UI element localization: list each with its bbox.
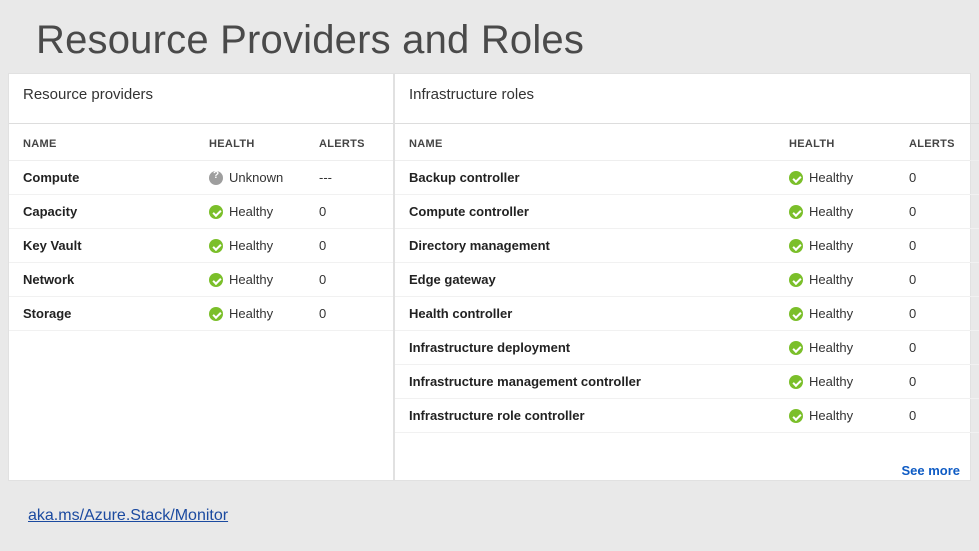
row-alerts: 0 (909, 306, 969, 321)
status-panel: Resource providers NAME HEALTH ALERTS Co… (8, 73, 971, 481)
table-row[interactable]: Edge gateway Healthy 0 (395, 263, 979, 297)
row-health: Healthy (789, 170, 909, 185)
row-name: Infrastructure deployment (409, 340, 789, 355)
roles-column-headers: NAME HEALTH ALERTS (395, 124, 979, 161)
health-text: Healthy (809, 408, 853, 423)
row-name: Storage (23, 306, 209, 321)
row-name: Backup controller (409, 170, 789, 185)
health-text: Healthy (809, 204, 853, 219)
check-circle-icon (789, 273, 803, 287)
row-health: Healthy (789, 238, 909, 253)
health-text: Healthy (809, 170, 853, 185)
table-row[interactable]: Infrastructure management controller Heal… (395, 365, 979, 399)
footer-link[interactable]: aka.ms/Azure.Stack/Monitor (28, 507, 228, 525)
row-name: Infrastructure management controller (409, 374, 789, 389)
table-row[interactable]: Storage Healthy 0 (9, 297, 393, 331)
row-alerts: 0 (909, 170, 969, 185)
roles-rows: Backup controllerHealthy0Compute control… (395, 161, 979, 433)
health-text: Healthy (809, 238, 853, 253)
row-health: Unknown (209, 170, 319, 185)
row-health: Healthy (789, 374, 909, 389)
row-health: Healthy (209, 306, 319, 321)
check-circle-icon (789, 307, 803, 321)
row-alerts: 0 (319, 204, 379, 219)
row-health: Healthy (209, 272, 319, 287)
question-circle-icon (209, 171, 223, 185)
health-text: Healthy (229, 238, 273, 253)
health-text: Unknown (229, 170, 283, 185)
row-health: Healthy (789, 272, 909, 287)
col-name: NAME (23, 138, 209, 150)
table-row[interactable]: Backup controller Healthy 0 (395, 161, 979, 195)
pane-title-roles: Infrastructure roles (395, 74, 979, 124)
row-name: Network (23, 272, 209, 287)
check-circle-icon (209, 239, 223, 253)
row-health: Healthy (789, 408, 909, 423)
row-alerts: 0 (909, 204, 969, 219)
check-circle-icon (209, 307, 223, 321)
row-name: Infrastructure role controller (409, 408, 789, 423)
pane-title-providers: Resource providers (9, 74, 393, 124)
row-alerts: --- (319, 170, 379, 185)
table-row[interactable]: Infrastructure deployment Healthy 0 (395, 331, 979, 365)
row-alerts: 0 (909, 340, 969, 355)
check-circle-icon (209, 205, 223, 219)
infrastructure-roles-pane: Infrastructure roles NAME HEALTH ALERTS … (395, 74, 979, 480)
health-text: Healthy (809, 272, 853, 287)
row-alerts: 0 (909, 238, 969, 253)
row-name: Capacity (23, 204, 209, 219)
health-text: Healthy (229, 272, 273, 287)
row-health: Healthy (209, 238, 319, 253)
row-alerts: 0 (909, 272, 969, 287)
check-circle-icon (789, 205, 803, 219)
col-alerts: ALERTS (319, 138, 379, 150)
row-alerts: 0 (909, 408, 969, 423)
health-text: Healthy (229, 204, 273, 219)
health-text: Healthy (809, 306, 853, 321)
check-circle-icon (789, 375, 803, 389)
see-more-link[interactable]: See more (901, 463, 960, 478)
table-row[interactable]: Network Healthy 0 (9, 263, 393, 297)
row-name: Key Vault (23, 238, 209, 253)
providers-column-headers: NAME HEALTH ALERTS (9, 124, 393, 161)
row-name: Compute (23, 170, 209, 185)
health-text: Healthy (229, 306, 273, 321)
table-row[interactable]: Compute controller Healthy 0 (395, 195, 979, 229)
row-name: Directory management (409, 238, 789, 253)
table-row[interactable]: Health controller Healthy 0 (395, 297, 979, 331)
health-text: Healthy (809, 340, 853, 355)
row-name: Compute controller (409, 204, 789, 219)
health-text: Healthy (809, 374, 853, 389)
check-circle-icon (789, 409, 803, 423)
col-name: NAME (409, 138, 789, 150)
page-title: Resource Providers and Roles (0, 0, 979, 73)
row-health: Healthy (789, 204, 909, 219)
table-row[interactable]: Key Vault Healthy 0 (9, 229, 393, 263)
col-alerts: ALERTS (909, 138, 969, 150)
table-row[interactable]: Directory management Healthy 0 (395, 229, 979, 263)
check-circle-icon (789, 171, 803, 185)
check-circle-icon (209, 273, 223, 287)
row-alerts: 0 (319, 272, 379, 287)
check-circle-icon (789, 239, 803, 253)
providers-rows: ComputeUnknown---CapacityHealthy0Key Vau… (9, 161, 393, 331)
row-alerts: 0 (319, 238, 379, 253)
table-row[interactable]: Capacity Healthy 0 (9, 195, 393, 229)
table-row[interactable]: Compute Unknown --- (9, 161, 393, 195)
row-alerts: 0 (319, 306, 379, 321)
table-row[interactable]: Infrastructure role controller Healthy 0 (395, 399, 979, 433)
col-health: HEALTH (789, 138, 909, 150)
row-name: Edge gateway (409, 272, 789, 287)
resource-providers-pane: Resource providers NAME HEALTH ALERTS Co… (9, 74, 395, 480)
row-alerts: 0 (909, 374, 969, 389)
row-health: Healthy (789, 306, 909, 321)
row-health: Healthy (209, 204, 319, 219)
check-circle-icon (789, 341, 803, 355)
row-health: Healthy (789, 340, 909, 355)
row-name: Health controller (409, 306, 789, 321)
col-health: HEALTH (209, 138, 319, 150)
